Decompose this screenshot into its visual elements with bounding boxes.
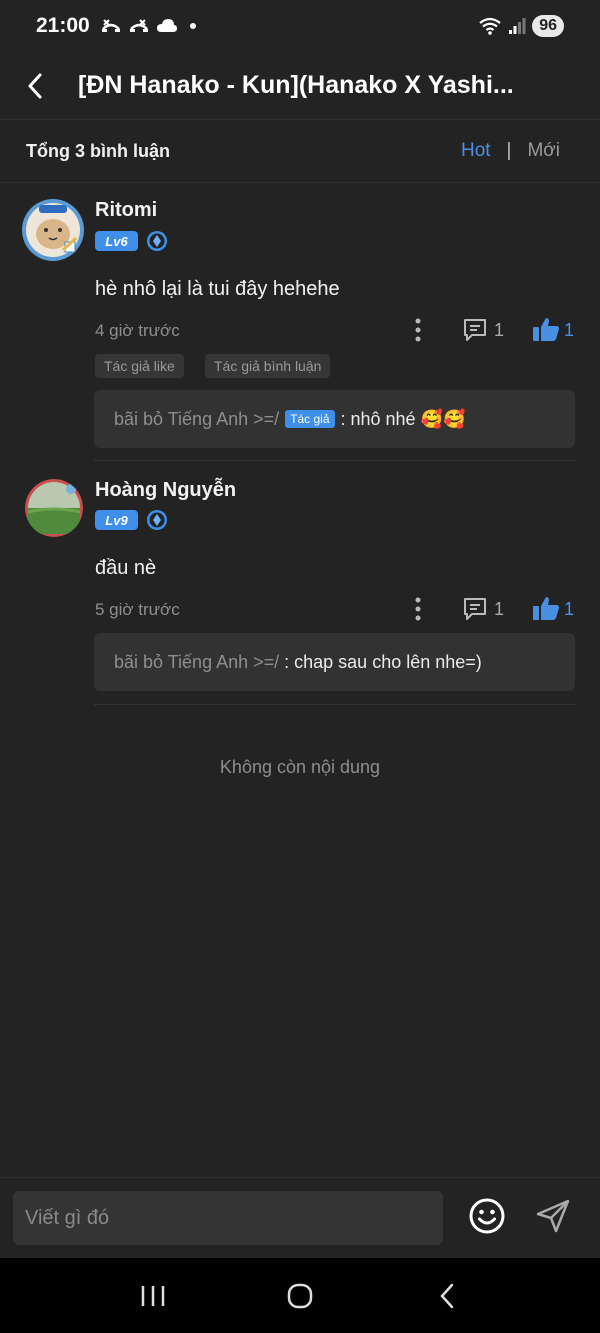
- end-of-content-text: Không còn nội dung: [219, 757, 381, 777]
- cloud-icon: [156, 19, 177, 32]
- reply-preview[interactable]: bãi bỏ Tiếng Anh >=/ : chap sau cho lên …: [94, 633, 575, 691]
- sort-toggle: Hot | Mới: [461, 140, 574, 162]
- sort-hot-tab[interactable]: Hot: [461, 140, 491, 162]
- thumbs-up-icon[interactable]: [532, 595, 560, 621]
- tag-author-comment: Tác giả bình luận: [205, 354, 331, 378]
- comment-time: 5 giờ trước: [95, 600, 180, 619]
- reply-icon[interactable]: [462, 596, 488, 622]
- back-button[interactable]: [0, 52, 70, 120]
- recent-apps-button[interactable]: [133, 1276, 173, 1316]
- status-bar: 21:00 96: [0, 0, 600, 52]
- like-count: 1: [564, 320, 575, 340]
- comments-subheader: Tổng 3 bình luận Hot | Mới: [0, 120, 600, 183]
- comment-username[interactable]: Ritomi: [95, 199, 157, 222]
- comment-time: 4 giờ trước: [95, 321, 180, 340]
- send-icon[interactable]: [534, 1197, 572, 1235]
- chevron-left-icon: [439, 1283, 453, 1308]
- notification-dot: [189, 23, 196, 29]
- comment-input[interactable]: [13, 1191, 443, 1245]
- recent-apps-icon: [142, 1285, 165, 1306]
- reply-author-name: bãi bỏ Tiếng Anh >=/: [114, 408, 280, 429]
- comment-content: đầu nè: [95, 557, 157, 579]
- reply-count: 1: [494, 320, 505, 340]
- home-icon: [287, 1283, 313, 1308]
- page-title: [ĐN Hanako - Kun](Hanako X Yashi...: [78, 71, 514, 99]
- home-button[interactable]: [280, 1276, 320, 1316]
- divider: [94, 460, 575, 461]
- reply-preview[interactable]: bãi bỏ Tiếng Anh >=/ Tác giả : nhô nhé 🥰…: [94, 390, 575, 448]
- reply-text: : chap sau cho lên nhe=): [284, 651, 482, 672]
- more-options-icon[interactable]: [408, 317, 428, 343]
- author-tag-badge: Tác giả: [285, 410, 335, 428]
- total-comments: Tổng 3 bình luận: [26, 140, 170, 161]
- divider: [94, 704, 575, 705]
- avatar[interactable]: [25, 479, 83, 537]
- system-back-button[interactable]: [427, 1276, 467, 1316]
- like-count: 1: [564, 599, 575, 619]
- sort-new-tab[interactable]: Mới: [527, 140, 560, 162]
- comment-username[interactable]: Hoàng Nguyễn: [95, 479, 236, 502]
- diamond-badge-icon: [147, 231, 167, 251]
- avatar[interactable]: [21, 198, 85, 262]
- top-header: [ĐN Hanako - Kun](Hanako X Yashi...: [0, 52, 600, 120]
- missed-call-icon: [101, 19, 120, 32]
- chevron-left-icon: [28, 73, 42, 98]
- comment-item: Hoàng Nguyễn Lv9 đầu nè 5 giờ trước 1 1 …: [0, 463, 600, 708]
- level-badge: Lv6: [95, 231, 138, 251]
- emoji-icon[interactable]: [468, 1197, 506, 1235]
- comment-input-bar: [0, 1177, 600, 1258]
- status-time: 21:00: [36, 14, 90, 37]
- more-options-icon[interactable]: [408, 596, 428, 622]
- thumbs-up-icon[interactable]: [532, 316, 560, 342]
- reply-icon[interactable]: [462, 317, 488, 343]
- sort-separator: |: [506, 140, 512, 161]
- reply-author-name: bãi bỏ Tiếng Anh >=/: [114, 651, 280, 672]
- level-badge: Lv9: [95, 510, 138, 530]
- comment-item: Ritomi Lv6 hè nhô lại là tui đây hehehe …: [0, 183, 600, 463]
- diamond-badge-icon: [147, 510, 167, 530]
- comment-content: hè nhô lại là tui đây hehehe: [95, 278, 340, 300]
- status-notification-icons: [100, 17, 196, 35]
- battery-indicator: 96: [532, 15, 564, 37]
- signal-icon: [509, 18, 526, 34]
- system-nav-bar: [0, 1258, 600, 1333]
- reply-text: : nhô nhé 🥰🥰: [340, 408, 466, 429]
- tag-author-like: Tác giả like: [95, 354, 184, 378]
- reply-count: 1: [494, 599, 505, 619]
- wifi-icon: [479, 17, 501, 35]
- missed-call-icon: [129, 19, 148, 32]
